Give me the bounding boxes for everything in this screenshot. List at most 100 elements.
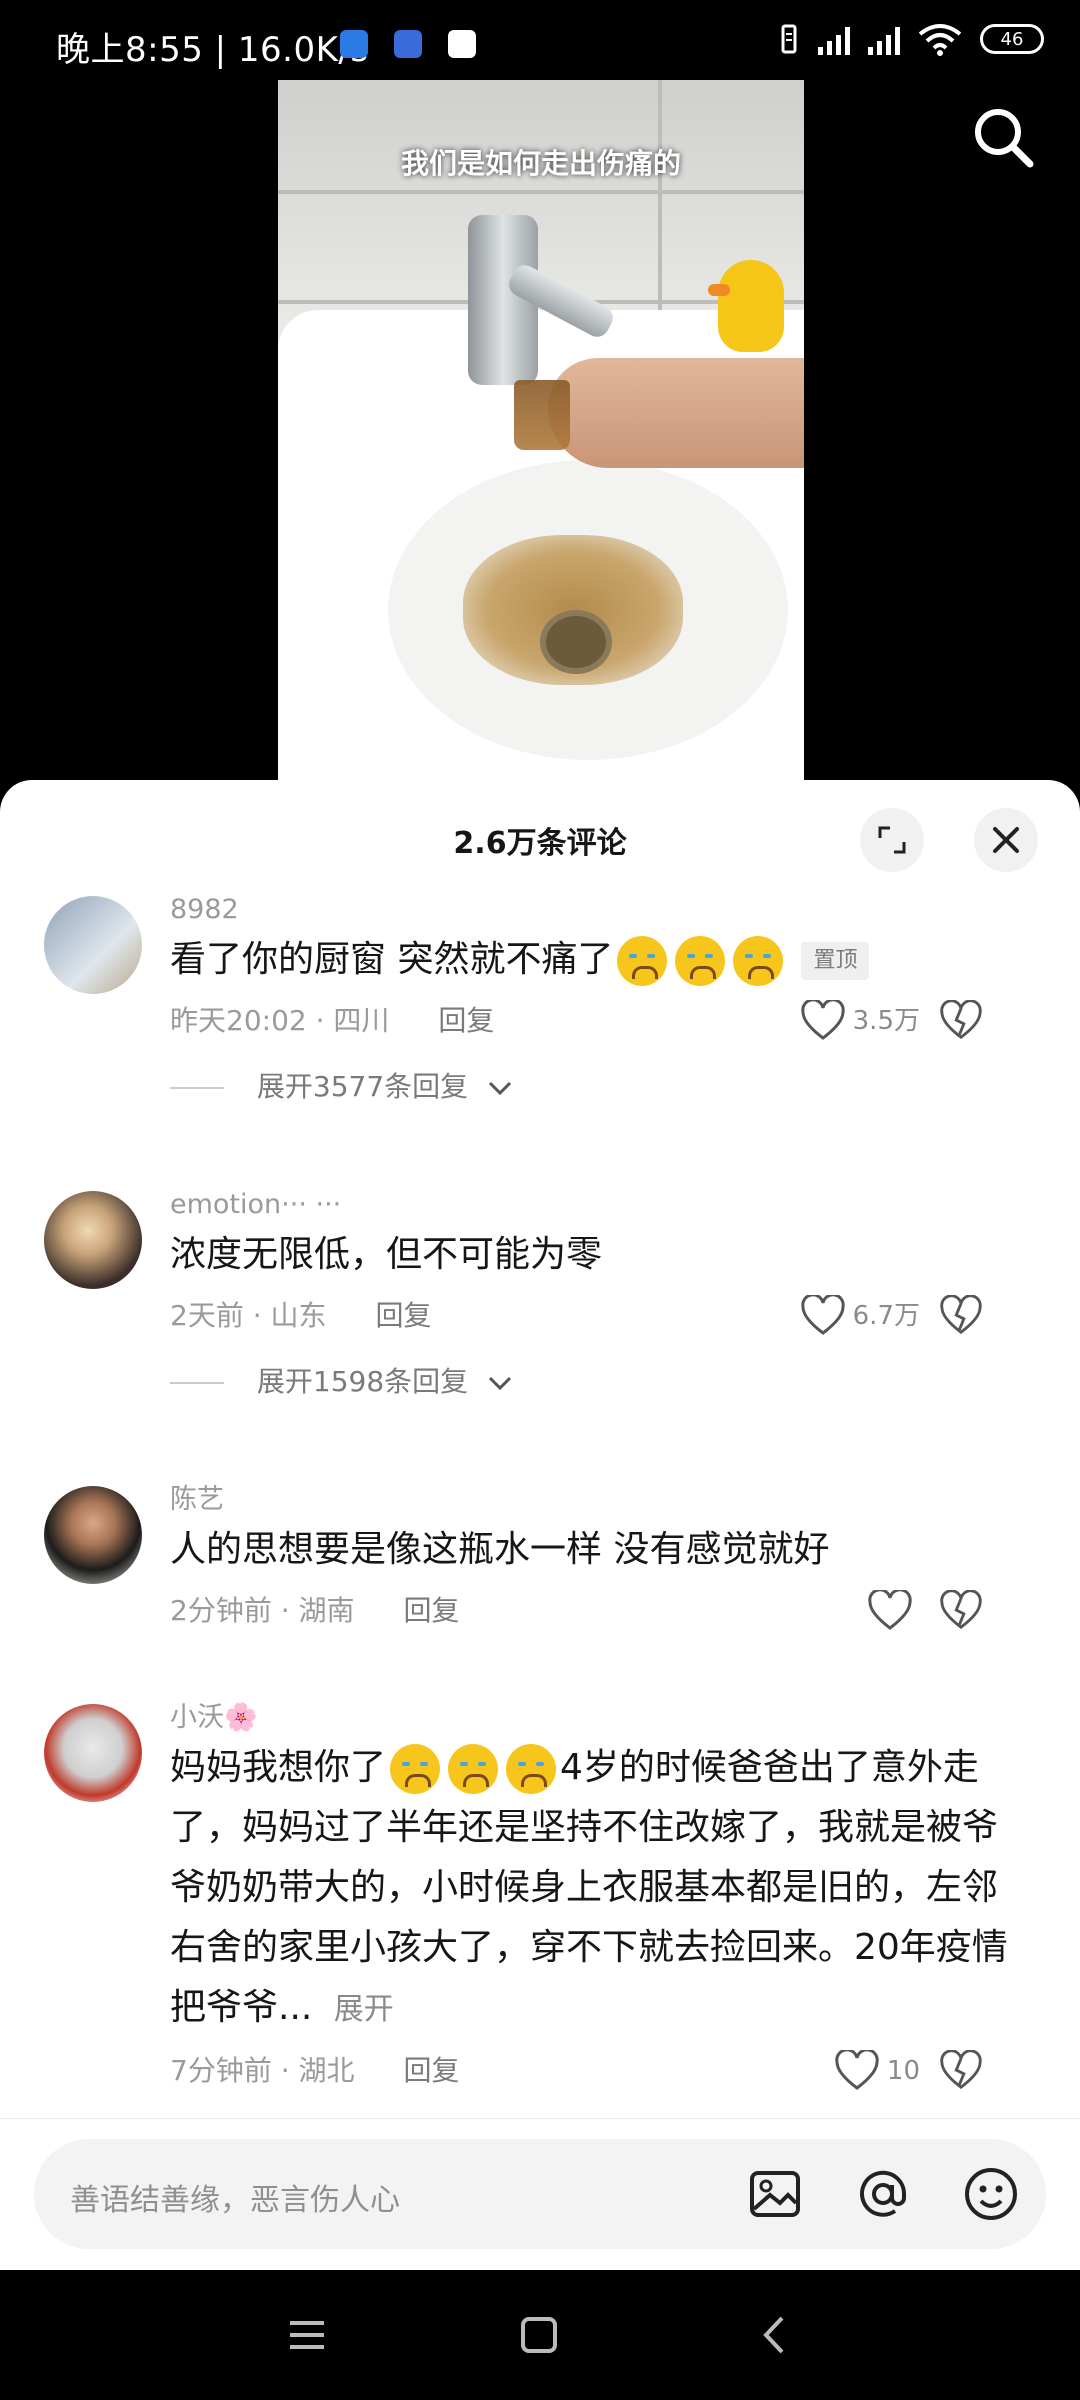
status-time-speed: 晚上8:55 | 16.0K/s bbox=[56, 30, 369, 70]
divider-line bbox=[170, 1382, 224, 1384]
reply-button[interactable]: 回复 bbox=[403, 2054, 459, 2087]
crying-emoji-icon bbox=[506, 1744, 557, 1794]
search-icon[interactable] bbox=[970, 104, 1036, 170]
home-icon[interactable] bbox=[514, 2310, 564, 2360]
qq-icon bbox=[448, 30, 476, 58]
comment-text-start: 妈妈我想你了 bbox=[170, 1747, 387, 1788]
comment-item[interactable]: 8982 看了你的厨窗 突然就不痛了 置顶 昨天20:02 · 四川 回复 3.5… bbox=[0, 890, 1080, 1185]
comment-username[interactable]: 小沃🌸 bbox=[170, 1698, 1030, 1738]
comment-input-bar: 善语结善缘，恶言伤人心 bbox=[0, 2118, 1080, 2271]
comment-item[interactable]: emotion··· ··· 浓度无限低，但不可能为零 2天前 · 山东 回复 … bbox=[0, 1185, 1080, 1480]
comment-username[interactable]: 陈艺 bbox=[170, 1480, 1030, 1520]
comment-text: 人的思想要是像这瓶水一样 没有感觉就好 bbox=[170, 1529, 830, 1570]
divider-line bbox=[170, 1087, 224, 1089]
pinned-badge: 置顶 bbox=[801, 942, 870, 980]
like-count: 3.5万 bbox=[852, 1006, 920, 1036]
expand-replies-label[interactable]: 展开1598条回复 bbox=[257, 1365, 468, 1398]
expand-replies[interactable]: 展开3577条回复 bbox=[170, 1052, 1030, 1122]
comment-meta: 2天前 · 山东 回复 6.7万 bbox=[170, 1285, 1030, 1347]
comment-meta: 7分钟前 · 湖北 回复 10 bbox=[170, 2040, 1030, 2102]
vibrate-icon bbox=[781, 24, 797, 54]
like-button[interactable]: 3.5万 bbox=[800, 1000, 920, 1042]
fullscreen-button[interactable] bbox=[860, 808, 924, 872]
like-button[interactable]: 6.7万 bbox=[800, 1295, 920, 1337]
comment-time-location: 昨天20:02 · 四川 bbox=[170, 1004, 390, 1037]
crying-emoji-icon bbox=[675, 936, 726, 986]
system-nav-bar bbox=[0, 2270, 1080, 2400]
hand-image bbox=[548, 358, 804, 468]
comment-text-rest: 4岁的时候爸爸出了意外走了，妈妈过了半年还是坚持不住改嫁了，我就是被爷爷奶奶带大… bbox=[170, 1747, 1008, 2028]
dislike-icon[interactable] bbox=[940, 1000, 982, 1042]
comment-time-location: 2天前 · 山东 bbox=[170, 1299, 327, 1332]
signal-2-icon bbox=[868, 23, 900, 55]
chevron-down-icon bbox=[489, 1081, 512, 1096]
sheet-header: 2.6万条评论 bbox=[0, 780, 1080, 890]
heart-icon bbox=[800, 1295, 845, 1335]
video-player[interactable]: 我们是如何走出伤痛的 bbox=[278, 80, 804, 780]
chevron-down-icon bbox=[489, 1376, 512, 1391]
reply-button[interactable]: 回复 bbox=[438, 1004, 494, 1037]
dislike-icon[interactable] bbox=[940, 2050, 982, 2092]
comment-username[interactable]: emotion··· ··· bbox=[170, 1185, 1030, 1225]
comment-text-content: 看了你的厨窗 突然就不痛了 bbox=[170, 939, 614, 980]
status-bar: 晚上8:55 | 16.0K/s 46 bbox=[0, 0, 1080, 80]
comment-list[interactable]: 8982 看了你的厨窗 突然就不痛了 置顶 昨天20:02 · 四川 回复 3.5… bbox=[0, 890, 1080, 2102]
like-button[interactable]: 10 bbox=[835, 2050, 920, 2092]
comment-text: 看了你的厨窗 突然就不痛了 置顶 bbox=[170, 930, 1030, 990]
reply-button[interactable]: 回复 bbox=[375, 1299, 431, 1332]
comment-input[interactable]: 善语结善缘，恶言伤人心 bbox=[34, 2139, 1046, 2249]
avatar[interactable] bbox=[44, 896, 142, 994]
mention-icon[interactable] bbox=[854, 2165, 912, 2223]
close-icon bbox=[993, 827, 1019, 853]
duck-toy-image bbox=[708, 260, 784, 352]
wifi-icon bbox=[918, 24, 962, 56]
comment-time-location: 7分钟前 · 湖北 bbox=[170, 2054, 355, 2087]
comment-time-location: 2分钟前 · 湖南 bbox=[170, 1594, 355, 1627]
heart-icon bbox=[800, 1000, 845, 1040]
like-count: 6.7万 bbox=[852, 1301, 920, 1331]
crying-emoji-icon bbox=[448, 1744, 499, 1794]
expand-text-link[interactable]: 展开 bbox=[334, 1992, 394, 2027]
menu-icon[interactable] bbox=[282, 2310, 332, 2360]
comment-text: 妈妈我想你了 4岁的时候爸爸出了意外走了，妈妈过了半年还是坚持不住改嫁了，我就是被… bbox=[170, 1738, 1030, 2040]
avatar[interactable] bbox=[44, 1191, 142, 1289]
back-icon[interactable] bbox=[750, 2310, 800, 2360]
signal-1-icon bbox=[818, 23, 850, 55]
expand-icon bbox=[878, 826, 906, 854]
image-icon[interactable] bbox=[746, 2165, 804, 2223]
battery-level: 46 bbox=[1000, 28, 1024, 50]
dislike-icon[interactable] bbox=[940, 1295, 982, 1337]
battery-icon: 46 bbox=[980, 24, 1044, 54]
tile-line bbox=[658, 80, 662, 310]
avatar[interactable] bbox=[44, 1486, 142, 1584]
status-right: 46 bbox=[778, 22, 1044, 56]
tile-line bbox=[278, 190, 804, 194]
expand-replies[interactable]: 展开1598条回复 bbox=[170, 1347, 1030, 1417]
comment-meta: 2分钟前 · 湖南 回复 bbox=[170, 1580, 1030, 1642]
like-count: 10 bbox=[886, 2056, 920, 2086]
comment-sheet: 2.6万条评论 8982 看了你的厨窗 突然就不痛了 置顶 昨天20:02 · 四… bbox=[0, 780, 1080, 2270]
drain-image bbox=[540, 610, 612, 674]
avatar[interactable] bbox=[44, 1704, 142, 1802]
glass-image bbox=[514, 380, 570, 450]
video-caption: 我们是如何走出伤痛的 bbox=[400, 147, 681, 180]
heart-icon bbox=[835, 2050, 879, 2090]
comment-item[interactable]: 陈艺 人的思想要是像这瓶水一样 没有感觉就好 2分钟前 · 湖南 回复 bbox=[0, 1480, 1080, 1698]
close-button[interactable] bbox=[974, 808, 1038, 872]
status-app-icons bbox=[340, 30, 476, 58]
reply-button[interactable]: 回复 bbox=[403, 1594, 459, 1627]
comment-item[interactable]: 小沃🌸 妈妈我想你了 4岁的时候爸爸出了意外走了，妈妈过了半年还是坚持不住改嫁了，… bbox=[0, 1698, 1080, 2102]
calendar-app-icon bbox=[394, 30, 422, 58]
like-button[interactable] bbox=[868, 1590, 920, 1632]
expand-replies-label[interactable]: 展开3577条回复 bbox=[257, 1070, 468, 1103]
emoji-icon[interactable] bbox=[962, 2165, 1020, 2223]
comment-text: 浓度无限低，但不可能为零 bbox=[170, 1234, 603, 1275]
dislike-icon[interactable] bbox=[940, 1590, 982, 1632]
heart-icon bbox=[868, 1590, 912, 1630]
crying-emoji-icon bbox=[617, 936, 668, 986]
crying-emoji-icon bbox=[733, 936, 784, 986]
crying-emoji-icon bbox=[390, 1744, 441, 1794]
comment-meta: 昨天20:02 · 四川 回复 3.5万 bbox=[170, 990, 1030, 1052]
comment-username[interactable]: 8982 bbox=[170, 890, 1030, 930]
comment-input-placeholder: 善语结善缘，恶言伤人心 bbox=[70, 2183, 400, 2218]
